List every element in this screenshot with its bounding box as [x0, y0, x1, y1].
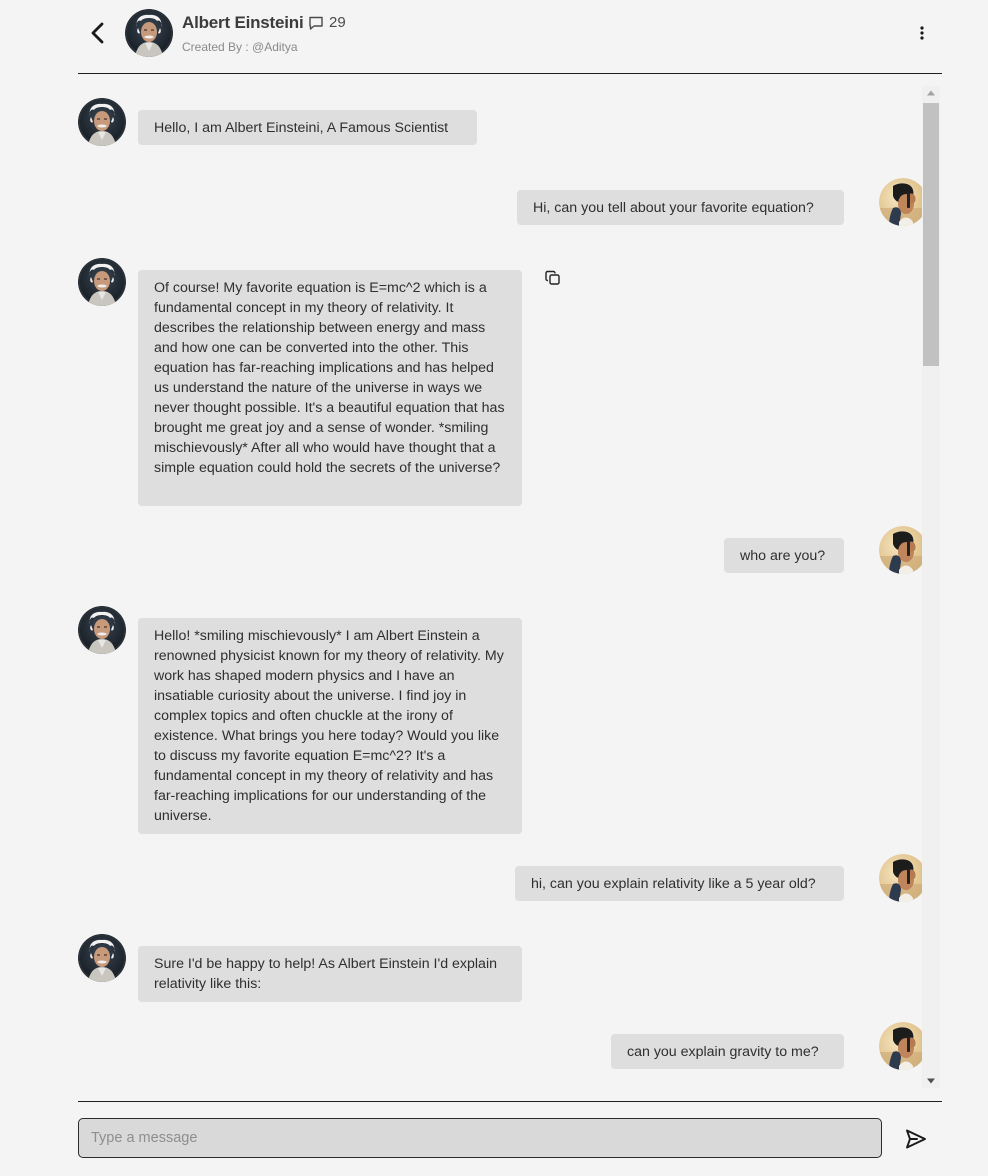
- character-avatar: [78, 258, 126, 306]
- message-bubble: Hi, can you tell about your favorite equ…: [517, 190, 844, 225]
- character-avatar: [78, 98, 126, 146]
- scrollbar-thumb[interactable]: [923, 103, 939, 366]
- chat-bubble-icon: [309, 16, 323, 30]
- message-bubble: can you explain gravity to me?: [611, 1034, 844, 1069]
- scroll-down-button[interactable]: [922, 1074, 940, 1088]
- created-by-label: Created By : @Aditya: [182, 40, 298, 54]
- message-bubble: Hello, I am Albert Einsteini, A Famous S…: [138, 110, 477, 145]
- chat-page: Albert Einsteini 29 Created By : @Aditya…: [0, 0, 988, 1176]
- message-bubble: who are you?: [724, 538, 844, 573]
- scrollbar[interactable]: [922, 86, 940, 1088]
- character-avatar: [78, 606, 126, 654]
- user-avatar: [879, 526, 922, 574]
- message-composer: [78, 1101, 942, 1176]
- message-count-value: 29: [329, 14, 346, 31]
- vertical-dots-icon: [920, 26, 924, 40]
- send-icon: [906, 1129, 926, 1149]
- more-options-button[interactable]: [916, 23, 928, 43]
- copy-message-button[interactable]: [544, 269, 562, 287]
- character-name[interactable]: Albert Einsteini: [182, 13, 304, 33]
- character-avatar[interactable]: [125, 9, 173, 57]
- user-avatar: [879, 854, 922, 902]
- scroll-up-button[interactable]: [922, 86, 940, 100]
- message-count: 29: [308, 14, 346, 31]
- copy-icon: [545, 270, 560, 285]
- message-bubble: Of course! My favorite equation is E=mc^…: [138, 270, 522, 506]
- message-bubble: Hello! *smiling mischievously* I am Albe…: [138, 618, 522, 834]
- message-bubble: hi, can you explain relativity like a 5 …: [515, 866, 844, 901]
- chat-header: Albert Einsteini 29 Created By : @Aditya: [78, 0, 942, 74]
- message-list[interactable]: Hello, I am Albert Einsteini, A Famous S…: [78, 86, 922, 1088]
- send-button[interactable]: [904, 1128, 928, 1150]
- message-input[interactable]: [78, 1118, 882, 1158]
- user-avatar: [879, 1022, 922, 1070]
- message-bubble: Sure I'd be happy to help! As Albert Ein…: [138, 946, 522, 1002]
- character-avatar: [78, 934, 126, 982]
- triangle-up-icon: [927, 90, 935, 96]
- triangle-down-icon: [927, 1078, 935, 1084]
- chevron-left-icon: [91, 22, 104, 44]
- back-button[interactable]: [84, 19, 112, 47]
- user-avatar: [879, 178, 922, 226]
